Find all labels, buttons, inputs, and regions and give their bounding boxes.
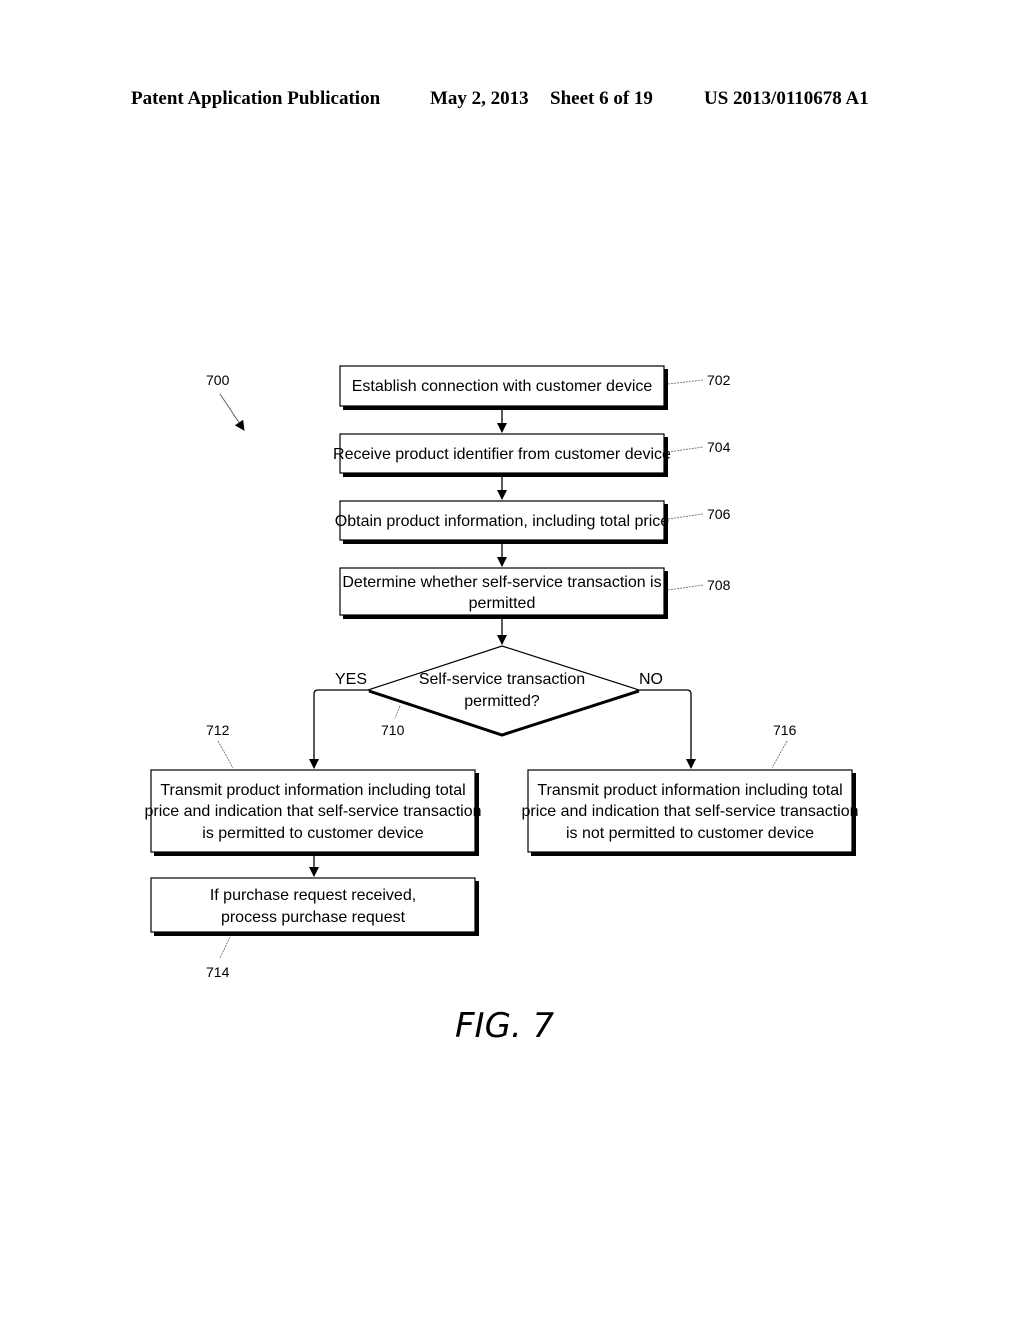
- ref-702: 702: [707, 372, 731, 388]
- step-712-text-line2: price and indication that self-service t…: [144, 803, 481, 820]
- yes-label: YES: [335, 671, 367, 688]
- step-716: 716 Transmit product information includi…: [521, 722, 859, 856]
- ref-712: 712: [206, 722, 230, 738]
- step-716-text-line2: price and indication that self-service t…: [521, 803, 858, 820]
- decision-text-line1: Self-service transaction: [419, 671, 585, 688]
- step-714: If purchase request received, process pu…: [150, 877, 479, 980]
- ref-714: 714: [206, 964, 230, 980]
- ref-710: 710: [381, 722, 405, 738]
- ref-706: 706: [707, 506, 731, 522]
- decision-710: Self-service transaction permitted? 710: [366, 645, 641, 738]
- step-714-text-line2: process purchase request: [221, 909, 406, 926]
- arrow-no-716: [639, 689, 696, 769]
- step-706: Obtain product information, including to…: [335, 500, 731, 544]
- step-706-text: Obtain product information, including to…: [335, 513, 670, 530]
- step-712-text-line1: Transmit product information including t…: [160, 782, 465, 799]
- ref-716: 716: [773, 722, 797, 738]
- ref-700-arrow: [219, 393, 245, 431]
- step-712: 712 Transmit product information includi…: [144, 722, 482, 856]
- step-702-text: Establish connection with customer devic…: [352, 378, 653, 395]
- step-704-text: Receive product identifier from customer…: [333, 446, 671, 463]
- ref-700: 700: [206, 372, 230, 388]
- arrow-yes-712: [309, 689, 368, 769]
- step-708-text-line2: permitted: [469, 595, 536, 612]
- step-708: Determine whether self-service transacti…: [339, 567, 731, 619]
- no-label: NO: [639, 671, 663, 688]
- ref-704: 704: [707, 439, 731, 455]
- flowchart: 700 Establish connection with customer d…: [144, 365, 859, 1046]
- decision-text-line2: permitted?: [464, 693, 540, 710]
- step-712-text-line3: is permitted to customer device: [202, 825, 424, 842]
- step-716-text-line3: is not permitted to customer device: [566, 825, 814, 842]
- figure-label: FIG. 7: [455, 1006, 555, 1046]
- step-704: Receive product identifier from customer…: [333, 433, 731, 477]
- step-708-text-line1: Determine whether self-service transacti…: [342, 574, 661, 591]
- step-714-text-line1: If purchase request received,: [210, 887, 416, 904]
- ref-708: 708: [707, 577, 731, 593]
- step-716-text-line1: Transmit product information including t…: [537, 782, 842, 799]
- step-702: Establish connection with customer devic…: [339, 365, 731, 410]
